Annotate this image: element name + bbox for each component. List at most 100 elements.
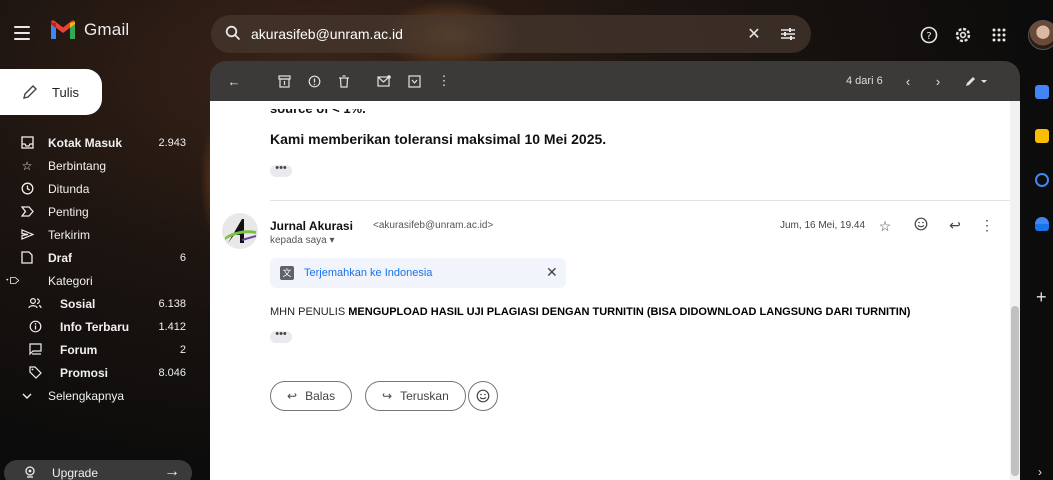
sidebar-item-label: Selengkapnya xyxy=(48,388,125,403)
tune-icon[interactable] xyxy=(777,23,799,45)
draft-icon xyxy=(20,251,34,265)
more-vert-icon[interactable]: ⋮ xyxy=(434,71,454,91)
sidebar-item-inbox[interactable]: Kotak Masuk 2.943 xyxy=(0,131,192,154)
sender-name: Jurnal Akurasi xyxy=(270,219,353,233)
sidebar-item-label: Penting xyxy=(48,204,89,219)
search-bar: ✕ xyxy=(211,15,811,53)
sidebar-item-updates[interactable]: Info Terbaru 1.412 xyxy=(0,315,192,338)
svg-text:?: ? xyxy=(926,31,931,42)
search-icon[interactable] xyxy=(225,25,241,41)
sidebar-item-social[interactable]: Sosial 6.138 xyxy=(0,292,192,315)
info-icon xyxy=(28,320,42,334)
emoji-reaction-icon[interactable] xyxy=(912,215,930,233)
recipient-details-dropdown[interactable]: kepada saya ▾ xyxy=(270,235,335,246)
tolerance-text: Kami memberikan toleransi maksimal 10 Me… xyxy=(270,131,607,147)
upgrade-button[interactable]: Upgrade → xyxy=(4,460,192,480)
reply-icon[interactable]: ↩ xyxy=(946,216,964,234)
gmail-logo[interactable]: Gmail xyxy=(50,20,129,40)
compose-label: Tulis xyxy=(52,84,79,100)
forward-label: Teruskan xyxy=(400,389,449,403)
forward-icon: ↪ xyxy=(382,389,393,403)
translate-link[interactable]: Terjemahkan ke Indonesia xyxy=(304,267,432,279)
scrollbar-thumb[interactable] xyxy=(1011,306,1019,476)
hamburger-icon[interactable] xyxy=(14,26,30,40)
tasks-icon[interactable] xyxy=(1035,173,1049,187)
sidebar-item-drafts[interactable]: Draf 6 xyxy=(0,246,192,269)
pager-text: 4 dari 6 xyxy=(846,75,883,87)
sidebar-item-label: Terkirim xyxy=(48,227,90,242)
sidebar-item-forums[interactable]: Forum 2 xyxy=(0,338,192,361)
message-panel: source of < 1%. Kami memberikan tolerans… xyxy=(210,101,1020,480)
sidebar-item-label: Sosial xyxy=(60,296,96,311)
avatar[interactable] xyxy=(1028,20,1053,50)
chevron-right-icon[interactable]: › xyxy=(1038,465,1042,479)
contacts-icon[interactable] xyxy=(1035,217,1049,231)
sidebar-item-label: Berbintang xyxy=(48,158,107,173)
archive-icon[interactable] xyxy=(274,71,294,91)
tag-icon xyxy=(28,366,42,380)
calendar-icon[interactable] xyxy=(1035,85,1049,99)
input-tools-icon[interactable] xyxy=(962,71,992,91)
message-date: Jum, 16 Mei, 19.44 xyxy=(780,220,866,231)
compose-button[interactable]: Tulis xyxy=(0,69,102,115)
sidebar-item-count: 2 xyxy=(179,343,186,356)
sidebar-item-count: 6 xyxy=(179,251,186,264)
trash-icon[interactable] xyxy=(334,71,354,91)
close-icon[interactable]: ✕ xyxy=(743,23,765,45)
sender-email: <akurasifeb@unram.ac.id> xyxy=(373,220,494,231)
keep-icon[interactable] xyxy=(1035,129,1049,143)
sidebar-item-count: 6.138 xyxy=(158,297,186,310)
more-vert-icon[interactable]: ⋮ xyxy=(978,216,996,234)
show-trimmed-content-button[interactable]: ••• xyxy=(270,329,292,343)
arrow-right-icon: → xyxy=(164,463,180,480)
reply-button[interactable]: ↩ Balas xyxy=(270,381,353,411)
help-icon[interactable]: ? xyxy=(918,24,940,46)
gear-icon[interactable] xyxy=(952,24,974,46)
app-name: Gmail xyxy=(84,20,130,39)
close-icon[interactable]: ✕ xyxy=(546,264,558,281)
sidebar-item-snoozed[interactable]: Ditunda xyxy=(0,177,192,200)
clock-icon xyxy=(20,182,34,196)
sidebar-nav: Kotak Masuk 2.943 ☆ Berbintang Ditunda P… xyxy=(0,131,192,407)
upgrade-label: Upgrade xyxy=(52,466,99,480)
sidebar-item-categories[interactable]: Kategori xyxy=(0,269,192,292)
report-spam-icon[interactable] xyxy=(304,71,324,91)
sidebar-item-important[interactable]: Penting xyxy=(0,200,192,223)
translate-bar: 文 Terjemahkan ke Indonesia ✕ xyxy=(270,258,566,288)
apps-grid-icon[interactable] xyxy=(988,24,1010,46)
important-icon xyxy=(20,205,34,219)
people-icon xyxy=(28,297,42,311)
snooze-icon[interactable] xyxy=(404,71,424,91)
sidebar-item-sent[interactable]: Terkirim xyxy=(0,223,192,246)
sidebar-item-label: Draf xyxy=(48,250,73,265)
translate-icon: 文 xyxy=(280,266,294,280)
back-arrow-icon[interactable]: ← xyxy=(224,71,244,91)
show-trimmed-content-button[interactable]: ••• xyxy=(270,163,292,177)
emoji-icon xyxy=(476,389,490,403)
message-scrollbar[interactable] xyxy=(1010,101,1020,480)
sidebar-item-label: Ditunda xyxy=(48,181,90,196)
previous-text-cutoff: source of < 1%. xyxy=(270,101,366,116)
sidebar-item-more[interactable]: Selengkapnya xyxy=(0,384,192,407)
forward-button[interactable]: ↪ Teruskan xyxy=(365,381,466,411)
sidebar-item-starred[interactable]: ☆ Berbintang xyxy=(0,154,192,177)
message-toolbar: ← ⋮ 4 dari 6 ‹ › xyxy=(210,61,1020,101)
chevron-down-icon xyxy=(20,389,34,403)
message-bold-text: MENGUPLOAD HASIL UJI PLAGIASI DENGAN TUR… xyxy=(348,306,911,318)
star-icon[interactable]: ☆ xyxy=(876,217,894,235)
sidebar-item-label: Info Terbaru xyxy=(60,319,130,334)
chevron-left-icon[interactable]: ‹ xyxy=(898,71,918,91)
sender-avatar[interactable] xyxy=(222,213,258,249)
sidebar-item-promotions[interactable]: Promosi 8.046 xyxy=(0,361,192,384)
emoji-reaction-button[interactable] xyxy=(468,381,498,411)
search-input[interactable] xyxy=(251,23,731,45)
message-divider xyxy=(270,200,1015,201)
add-addon-icon[interactable]: + xyxy=(1036,287,1047,308)
sidebar-item-count: 8.046 xyxy=(158,366,186,379)
chevron-right-icon[interactable]: › xyxy=(928,71,948,91)
mark-unread-icon[interactable] xyxy=(374,71,394,91)
send-icon xyxy=(20,228,34,242)
reply-icon: ↩ xyxy=(287,389,298,403)
caret-down-icon xyxy=(6,274,20,288)
reply-label: Balas xyxy=(305,389,336,403)
